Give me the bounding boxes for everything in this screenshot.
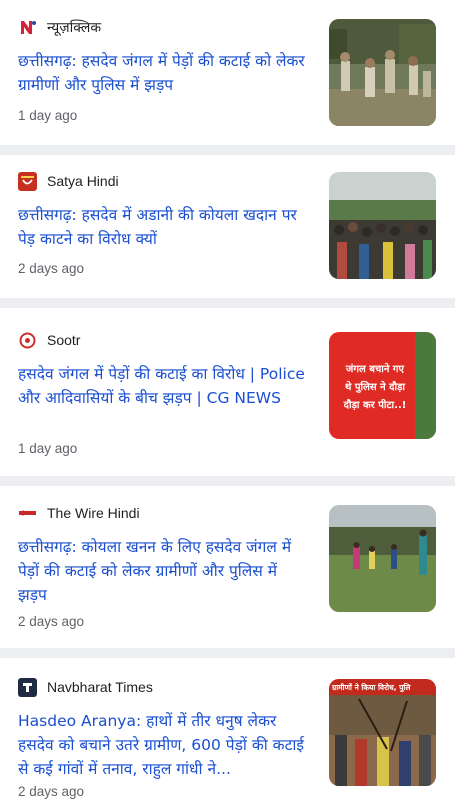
source-row: Sootr	[18, 330, 80, 350]
news-feed: न्यूज़क्लिक छत्तीसगढ़: हसदेव जंगल में पे…	[0, 0, 455, 805]
news-card[interactable]: Navbharat Times Hasdeo Aranya: हाथों में…	[0, 658, 455, 805]
the-wire-logo-icon	[18, 504, 37, 523]
sootr-logo-icon	[18, 331, 37, 350]
news-card[interactable]: Satya Hindi छत्तीसगढ़: हसदेव में अडानी क…	[0, 155, 455, 298]
red-banner-video-thumbnail[interactable]: जंगल बचाने गए थे पुलिस ने दौड़ा दौड़ा कर…	[329, 332, 436, 439]
article-headline[interactable]: Hasdeo Aranya: हाथों में तीर धनुष लेकर ह…	[18, 709, 310, 781]
news-card[interactable]: The Wire Hindi छत्तीसगढ़: कोयला खनन के ल…	[0, 486, 455, 648]
article-time: 1 day ago	[18, 108, 78, 123]
article-headline[interactable]: छत्तीसगढ़: कोयला खनन के लिए हसदेव जंगल म…	[18, 535, 310, 607]
thumb-text-line-1: जंगल बचाने गए	[345, 362, 405, 375]
thumb-text-line-3: दौड़ा कर पीटा..!	[343, 398, 407, 411]
navbharat-times-logo-icon	[18, 677, 37, 697]
source-name: The Wire Hindi	[47, 505, 140, 521]
article-time: 2 days ago	[18, 614, 85, 629]
newsclick-logo-icon	[18, 18, 37, 37]
article-headline[interactable]: हसदेव जंगल में पेड़ों की कटाई का विरोध |…	[18, 362, 310, 410]
villagers-in-field-image[interactable]	[329, 505, 436, 612]
source-name: न्यूज़क्लिक	[47, 18, 102, 35]
crowd-protest-image[interactable]	[329, 172, 436, 279]
article-headline[interactable]: छत्तीसगढ़: हसदेव में अडानी की कोयला खदान…	[18, 203, 310, 251]
source-row: Satya Hindi	[18, 171, 119, 191]
source-row: The Wire Hindi	[18, 503, 140, 523]
news-card[interactable]: न्यूज़क्लिक छत्तीसगढ़: हसदेव जंगल में पे…	[0, 0, 455, 145]
source-row: न्यूज़क्लिक	[18, 17, 101, 37]
article-headline[interactable]: छत्तीसगढ़: हसदेव जंगल में पेड़ों की कटाई…	[18, 49, 310, 97]
protest-video-thumbnail[interactable]: ग्रामीणों ने किया विरोध, पुलि	[329, 679, 436, 786]
article-time: 2 days ago	[18, 261, 85, 276]
source-name: Satya Hindi	[47, 173, 119, 189]
article-time: 1 day ago	[18, 441, 78, 456]
source-row: Navbharat Times	[18, 677, 153, 697]
news-card[interactable]: Sootr हसदेव जंगल में पेड़ों की कटाई का व…	[0, 308, 455, 476]
thumb-caption: ग्रामीणों ने किया विरोध, पुलि	[331, 683, 411, 693]
source-name: Navbharat Times	[47, 679, 153, 695]
thumb-text-line-2: थे पुलिस ने दौड़ा	[345, 380, 405, 393]
police-in-forest-image[interactable]	[329, 19, 436, 126]
article-time: 2 days ago	[18, 784, 85, 799]
satya-hindi-logo-icon	[18, 171, 37, 191]
source-name: Sootr	[47, 332, 81, 348]
